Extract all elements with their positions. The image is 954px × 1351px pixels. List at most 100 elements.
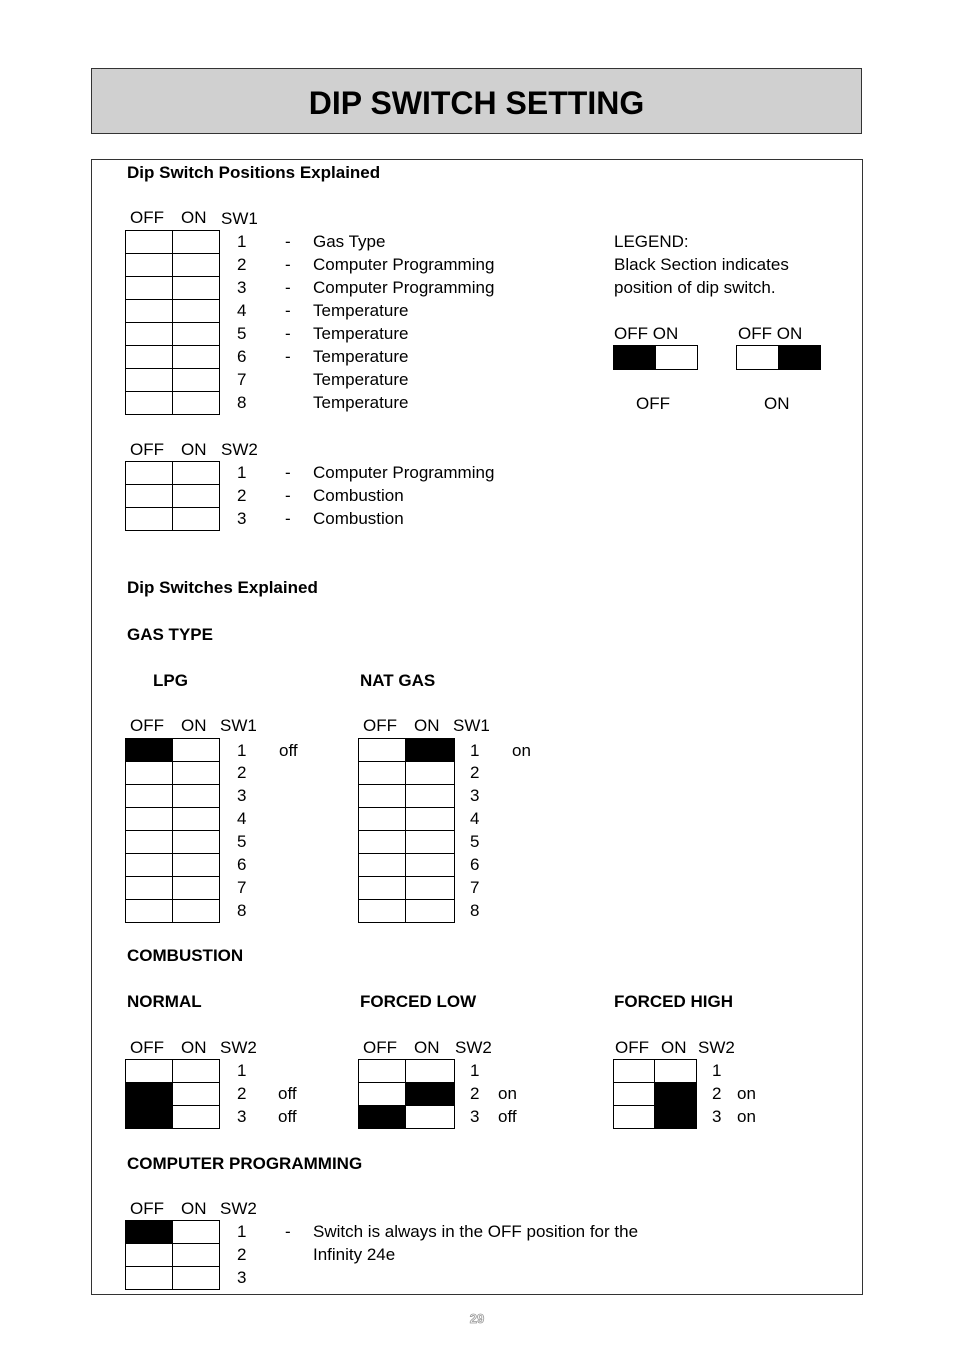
forced-low-switch-row (358, 1059, 455, 1083)
legend-line-1: Black Section indicates (614, 255, 789, 274)
sw1-dash: - (285, 278, 291, 297)
sw2-pos-switch-row (125, 507, 220, 531)
forced-low-sw-name-header: SW2 (455, 1038, 492, 1057)
lpg-switch-5-on-cell (172, 830, 220, 854)
sw1-dash: - (285, 347, 291, 366)
gas-type-heading: GAS TYPE (127, 625, 213, 644)
forced-low-switch-2-on-cell (405, 1082, 455, 1106)
natgas-switch-number: 8 (470, 901, 480, 920)
lpg-switch-row (125, 784, 220, 808)
sw1-switch-number: 7 (237, 370, 247, 389)
sw1-function-label: Temperature (313, 393, 409, 412)
cp-switch-number: 2 (237, 1245, 247, 1264)
normal-switch-row (125, 1105, 220, 1129)
page-title-box: DIP SWITCH SETTING (91, 68, 862, 134)
sw1-dash: - (285, 232, 291, 251)
lpg-switch-6-off-cell (125, 853, 173, 877)
natgas-switch-1-off-cell (358, 738, 406, 762)
cp-switch-2-on-cell (172, 1243, 220, 1267)
natgas-switch-7-on-cell (405, 876, 455, 900)
forced-low-switch-row (358, 1105, 455, 1129)
forced-low-switch-3-off-cell (358, 1105, 406, 1129)
lpg-switch-number: 1 (237, 741, 247, 760)
lpg-switch-row (125, 761, 220, 785)
sw1-function-label: Temperature (313, 347, 409, 366)
sw2-on-header: ON (181, 440, 207, 459)
lpg-switch-row (125, 853, 220, 877)
sw1-switch-number: 1 (237, 232, 247, 251)
normal-switch-1-on-cell (172, 1059, 220, 1083)
lpg-switch-7-off-cell (125, 876, 173, 900)
sw1-switch-number: 5 (237, 324, 247, 343)
sw1-off-header: OFF (130, 208, 164, 227)
natgas-switch-number: 1 (470, 741, 480, 760)
sw1-function-label: Temperature (313, 324, 409, 343)
lpg-switch-row (125, 807, 220, 831)
natgas-switch-6-off-cell (358, 853, 406, 877)
lpg-switch-number: 2 (237, 763, 247, 782)
combustion-heading: COMBUSTION (127, 946, 244, 965)
normal-switch-3-on-cell (172, 1105, 220, 1129)
sw1-function-label: Computer Programming (313, 278, 495, 297)
legend-off-example-header: OFF ON (614, 324, 679, 343)
sw1-pos-switch-5-on-cell (172, 322, 220, 346)
natgas-switch-row (358, 876, 455, 900)
sw2-pos-switch-1-on-cell (172, 461, 220, 485)
legend-on-example-switch (736, 345, 821, 370)
natgas-switch-4-off-cell (358, 807, 406, 831)
natgas-on-header: ON (414, 716, 440, 735)
lpg-off-header: OFF (130, 716, 164, 735)
sw1-pos-switch-row (125, 253, 220, 277)
cp-switch-row (125, 1243, 220, 1267)
cp-note-line-1: Switch is always in the OFF position for… (313, 1222, 639, 1241)
natgas-switch-3-on-cell (405, 784, 455, 808)
sw1-pos-switch-7-on-cell (172, 368, 220, 392)
forced-low-switch-1-off-cell (358, 1059, 406, 1083)
cp-switch-2-off-cell (125, 1243, 173, 1267)
cp-switch-row (125, 1266, 220, 1290)
sw2-pos-grid-table (125, 461, 220, 531)
natgas-switch-row (358, 853, 455, 877)
sw1-pos-switch-row (125, 299, 220, 323)
sw1-pos-switch-1-on-cell (172, 230, 220, 254)
forced-low-switch-number: 1 (470, 1061, 480, 1080)
legend-line-2: position of dip switch. (614, 278, 776, 297)
sw1-pos-switch-7-off-cell (125, 368, 173, 392)
sw2-function-label: Combustion (313, 486, 404, 505)
sw2-pos-switch-2-off-cell (125, 484, 173, 508)
lpg-switch-row (125, 899, 220, 923)
natgas-switch-5-off-cell (358, 830, 406, 854)
sw1-pos-switch-row (125, 322, 220, 346)
sw2-pos-switch-3-on-cell (172, 507, 220, 531)
normal-switch-note: off (278, 1107, 297, 1126)
forced-low-switch-row (358, 1082, 455, 1106)
cp-grid-table (125, 1220, 220, 1290)
lpg-switch-8-off-cell (125, 899, 173, 923)
natgas-switch-note: on (512, 741, 531, 760)
lpg-grid-table (125, 738, 220, 923)
cp-on-header: ON (181, 1199, 207, 1218)
natgas-switch-8-off-cell (358, 899, 406, 923)
natgas-switch-2-off-cell (358, 761, 406, 785)
natgas-switch-4-on-cell (405, 807, 455, 831)
lpg-on-header: ON (181, 716, 207, 735)
legend-on-cell-filled (778, 345, 821, 370)
lpg-switch-number: 6 (237, 855, 247, 874)
sw1-on-header: ON (181, 208, 207, 227)
sw1-name-header: SW1 (221, 209, 258, 228)
sw1-switch-number: 2 (237, 255, 247, 274)
forced-low-switch-3-on-cell (405, 1105, 455, 1129)
normal-switch-number: 3 (237, 1107, 247, 1126)
forced-high-sw-name-header: SW2 (698, 1038, 735, 1057)
legend-off-example-caption: OFF (636, 394, 670, 413)
sw2-switch-number: 2 (237, 486, 247, 505)
computer-programming-heading: COMPUTER PROGRAMMING (127, 1154, 363, 1173)
forced-high-switch-number: 2 (712, 1084, 722, 1103)
forced-low-switch-note: off (498, 1107, 517, 1126)
normal-switch-note: off (278, 1084, 297, 1103)
lpg-switch-row (125, 738, 220, 762)
sw1-function-label: Computer Programming (313, 255, 495, 274)
sw1-pos-switch-2-on-cell (172, 253, 220, 277)
lpg-switch-number: 3 (237, 786, 247, 805)
lpg-switch-note: off (279, 741, 298, 760)
